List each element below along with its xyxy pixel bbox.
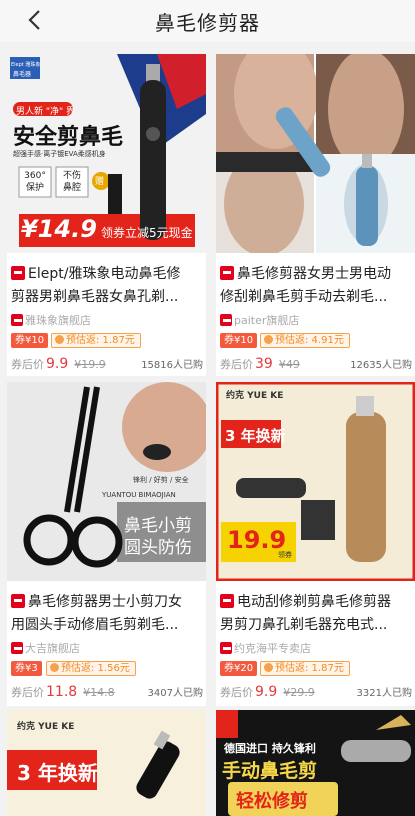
image-logo: 约克 YUE KE: [226, 391, 284, 401]
product-image[interactable]: 约克 YUE KE 3 年换新 19.9 领券: [216, 382, 415, 581]
price-row: 券后价 11.8 ¥14.8 3407人已购: [11, 684, 203, 702]
product-title-line1[interactable]: Elept/雅珠象电动鼻毛修: [11, 263, 204, 283]
image-subtitle: 超强手感·离子镀EVA柔感机身: [13, 150, 106, 158]
tmall-icon: [220, 642, 232, 654]
after-coupon-label: 券后价: [11, 358, 44, 371]
page-title: 鼻毛修剪器: [155, 11, 260, 35]
product-card[interactable]: 锋利 / 好剪 / 安全 YUANTOU BIMAOJIAN 鼻毛小剪 圆头防伤…: [7, 382, 206, 706]
price: 11.8: [46, 684, 78, 700]
after-coupon-label: 券后价: [11, 686, 44, 699]
product-title-line2[interactable]: 男剪刀鼻孔剃毛器充电式...: [220, 614, 413, 634]
product-title-line2[interactable]: 用圆头手动修眉毛剪剃毛...: [11, 614, 204, 634]
price-row: 券后价 9.9 ¥19.9 15816人已购: [11, 356, 203, 374]
tmall-icon: [11, 314, 23, 326]
shop-name: 约克海平专卖店: [220, 640, 311, 656]
product-title-line1[interactable]: 鼻毛修剪器男士小剪刀女: [11, 591, 204, 611]
product-image[interactable]: Elept 雅珠象 鼻毛器 男人新 "净" 界 安全剪鼻毛 超强手感·离子镀EV…: [7, 54, 206, 253]
product-card[interactable]: 约克 YUE KE 3 年换新 19.9 领券 电动刮修剃剪鼻毛修剪器 男剪刀鼻…: [216, 382, 415, 706]
image-brand: YUANTOU BIMAOJIAN: [102, 491, 176, 499]
rebate-badge: 预估返: 1.87元: [260, 661, 350, 676]
original-price: ¥14.8: [83, 686, 115, 699]
coupon-badge: 券¥10: [220, 333, 258, 348]
product-image[interactable]: 德国进口 持久锋利 手动鼻毛剪 轻松修剪: [216, 710, 415, 816]
product-photo: [216, 54, 415, 253]
image-promo: 3 年换新: [225, 427, 286, 445]
rebate-badge: 预估返: 1.87元: [51, 333, 141, 348]
original-price: ¥19.9: [74, 358, 106, 371]
price-row: 券后价 39 ¥49 12635人已购: [220, 356, 412, 374]
after-coupon-label: 券后价: [220, 358, 253, 371]
price: 9.9: [46, 356, 69, 372]
sold-count: 3407人已购: [147, 688, 203, 699]
image-headline: 安全剪鼻毛: [13, 125, 124, 150]
rebate-badge: 预估返: 1.56元: [46, 661, 136, 676]
rebate-icon: [264, 335, 273, 344]
product-card[interactable]: 鼻毛修剪器女男士男电动 修刮剃鼻毛剪手动去剃毛... paiter旗舰店 券¥1…: [216, 54, 415, 376]
product-image[interactable]: 约克 YUE KE 3 年换新: [7, 710, 206, 816]
rebate-icon: [264, 663, 273, 672]
rebate-icon: [50, 663, 59, 672]
image-line-1: 德国进口 持久锋利: [224, 742, 316, 755]
image-promo: 领券立减5元现金: [101, 226, 193, 240]
sold-count: 3321人已购: [356, 688, 412, 699]
product-title-line1[interactable]: 电动刮修剃剪鼻毛修剪器: [220, 591, 413, 611]
tmall-icon: [11, 642, 23, 654]
image-gift: 赠: [95, 177, 105, 187]
product-card[interactable]: 德国进口 持久锋利 手动鼻毛剪 轻松修剪: [216, 710, 415, 816]
original-price: ¥49: [278, 358, 300, 371]
shop-name: 雅珠象旗舰店: [11, 312, 91, 328]
price-row: 券后价 9.9 ¥29.9 3321人已购: [220, 684, 412, 702]
coupon-badge: 券¥3: [11, 661, 42, 676]
image-tag: 鼻毛器: [13, 71, 32, 78]
tmall-icon: [11, 594, 25, 608]
product-title-line1[interactable]: 鼻毛修剪器女男士男电动: [220, 263, 413, 283]
image-line-2: 手动鼻毛剪: [222, 760, 318, 782]
image-feature-1: 360° 保护: [24, 171, 46, 193]
sold-count: 15816人已购: [141, 360, 203, 371]
price: 9.9: [255, 684, 278, 700]
image-price-tag: ¥14.9: [21, 215, 97, 243]
product-title-line2[interactable]: 剪器男剃鼻毛器女鼻孔剃...: [11, 286, 204, 306]
top-bar: 鼻毛修剪器: [0, 0, 415, 42]
after-coupon-label: 券后价: [220, 686, 253, 699]
image-labels: 锋利 / 好剪 / 安全: [133, 476, 189, 484]
product-card[interactable]: 约克 YUE KE 3 年换新: [7, 710, 206, 816]
rebate-badge: 预估返: 4.91元: [260, 333, 350, 348]
image-line-3: 轻松修剪: [236, 791, 308, 812]
coupon-badge: 券¥20: [220, 661, 258, 676]
price: 39: [255, 356, 273, 372]
original-price: ¥29.9: [283, 686, 315, 699]
image-logo: 约克 YUE KE: [17, 722, 75, 732]
tmall-icon: [11, 266, 25, 280]
tmall-icon: [220, 594, 234, 608]
image-logo: Elept 雅珠象: [11, 62, 41, 68]
shop-name: paiter旗舰店: [220, 312, 299, 328]
rebate-icon: [55, 335, 64, 344]
coupon-badge: 券¥10: [11, 333, 49, 348]
product-image[interactable]: [216, 54, 415, 253]
image-feature-2: 不伤 鼻腔: [62, 171, 81, 193]
product-card[interactable]: Elept 雅珠象 鼻毛器 男人新 "净" 界 安全剪鼻毛 超强手感·离子镀EV…: [7, 54, 206, 376]
tmall-icon: [220, 314, 232, 326]
image-promo: 3 年换新: [17, 761, 98, 785]
image-name-2: 圆头防伤: [124, 538, 192, 558]
product-title-line2[interactable]: 修刮剃鼻毛剪手动去剃毛...: [220, 286, 413, 306]
shop-name: 大吉旗舰店: [11, 640, 80, 656]
sold-count: 12635人已购: [350, 360, 412, 371]
product-image[interactable]: 锋利 / 好剪 / 安全 YUANTOU BIMAOJIAN 鼻毛小剪 圆头防伤: [7, 382, 206, 581]
image-slogan: 男人新 "净" 界: [16, 107, 76, 117]
image-price-sub: 领券: [278, 551, 292, 559]
tmall-icon: [220, 266, 234, 280]
